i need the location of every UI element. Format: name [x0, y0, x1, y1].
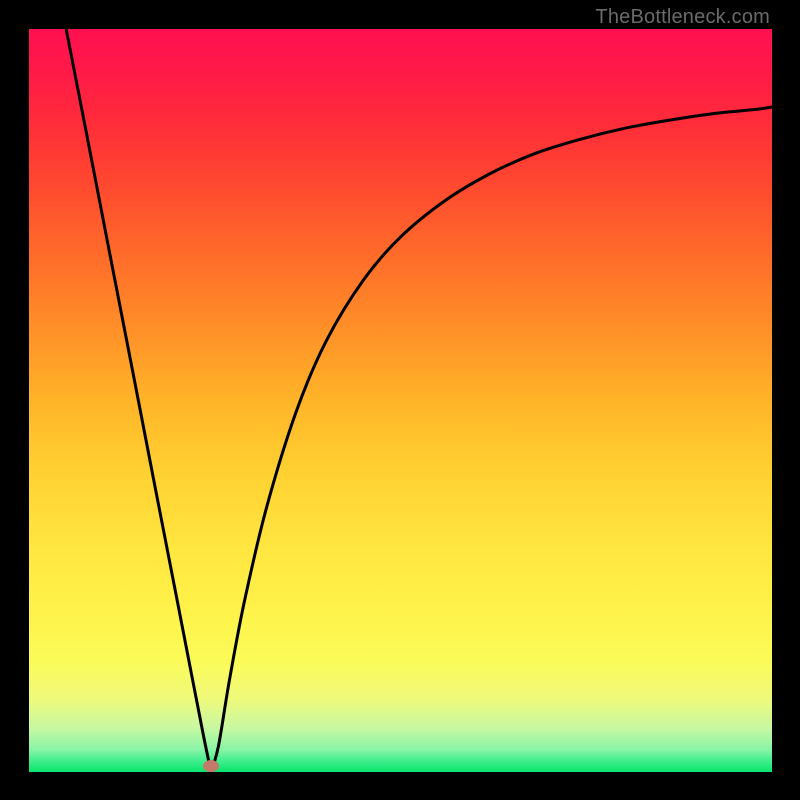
plot-area: [29, 29, 772, 772]
watermark-text: TheBottleneck.com: [595, 6, 770, 29]
chart-frame: TheBottleneck.com: [0, 0, 800, 800]
optimum-marker: [203, 760, 219, 772]
chart-svg: [29, 29, 772, 772]
gradient-background: [29, 29, 772, 772]
